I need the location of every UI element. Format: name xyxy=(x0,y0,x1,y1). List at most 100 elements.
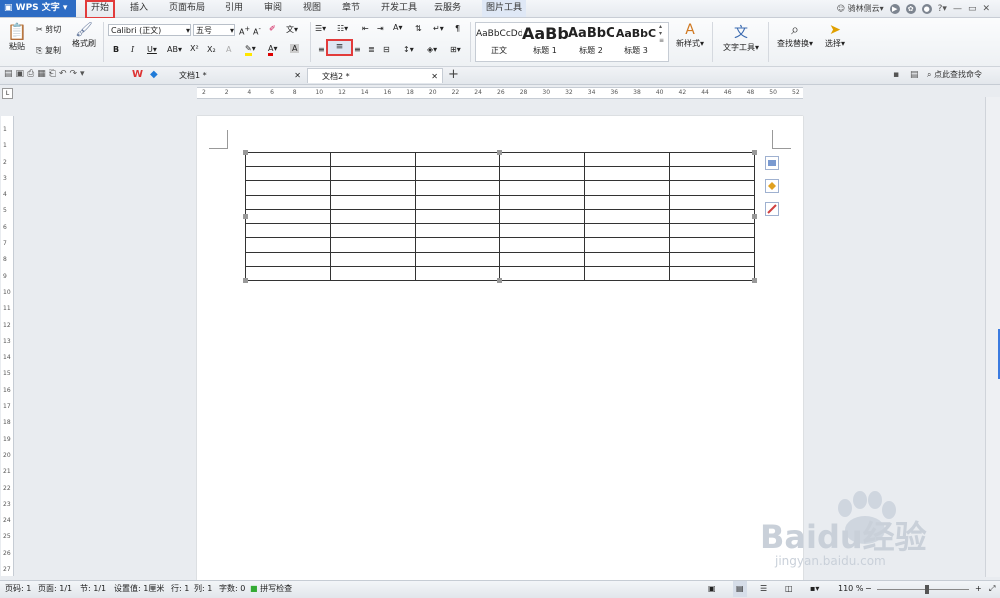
table-cell[interactable] xyxy=(329,151,416,168)
table-cell[interactable] xyxy=(499,237,586,253)
select-button[interactable]: ➤ 选择▾ xyxy=(822,22,848,49)
wps-doc-icon[interactable]: W xyxy=(132,69,143,80)
tab-page-layout[interactable]: 页面布局 xyxy=(165,0,209,17)
zoom-slider[interactable] xyxy=(877,589,969,590)
skin-icon[interactable]: ● xyxy=(921,3,932,14)
table-cell[interactable] xyxy=(329,194,416,210)
resize-handle[interactable] xyxy=(752,150,757,155)
tab-stop-selector[interactable]: L xyxy=(2,88,13,99)
customize-icon[interactable]: ▾ xyxy=(80,69,88,79)
distribute-icon[interactable]: ⊟ xyxy=(383,45,390,54)
sort-icon[interactable]: ⇅ xyxy=(415,24,422,33)
tab-insert[interactable]: 插入 xyxy=(126,0,152,17)
table-cell[interactable] xyxy=(245,223,331,239)
table-cell[interactable] xyxy=(584,237,671,253)
table-cell[interactable] xyxy=(245,151,331,168)
table-cell[interactable] xyxy=(669,166,755,182)
table-cell[interactable] xyxy=(414,251,501,267)
text-effect-icon[interactable]: A xyxy=(226,45,231,54)
resize-handle[interactable] xyxy=(497,150,502,155)
table-cell[interactable] xyxy=(584,166,671,182)
shrink-font-icon[interactable]: A- xyxy=(253,25,261,37)
char-shading-icon[interactable]: A xyxy=(290,44,300,53)
table-cell[interactable] xyxy=(584,180,671,196)
align-left-icon[interactable]: ≡ xyxy=(318,45,325,54)
cut-button[interactable]: ✂ 剪切 xyxy=(36,24,61,35)
doc-tab-1[interactable]: 文档1 * ✕ xyxy=(165,68,305,83)
justify-icon[interactable]: ≣ xyxy=(368,45,375,54)
table-cell[interactable] xyxy=(414,166,501,182)
resize-handle[interactable] xyxy=(243,150,248,155)
layout-icon[interactable]: ▤ xyxy=(910,70,919,80)
resize-handle[interactable] xyxy=(243,214,248,219)
app-menu-button[interactable]: ▣ WPS 文字 ▾ xyxy=(0,0,76,17)
line-spacing-icon[interactable]: ↕▾ xyxy=(403,45,414,54)
strikethrough-button[interactable]: AB▾ xyxy=(167,45,182,54)
print-icon[interactable]: ⎙ xyxy=(27,69,37,79)
style-normal[interactable]: AaBbCcDd 正文 xyxy=(476,24,522,56)
print-preview-icon[interactable]: ▦ xyxy=(37,69,49,79)
table-cell[interactable] xyxy=(669,151,755,168)
text-direction-icon[interactable]: A▾ xyxy=(393,23,403,32)
undo-icon[interactable]: ↶ xyxy=(59,69,70,79)
resize-handle[interactable] xyxy=(497,278,502,283)
table-style-icon[interactable] xyxy=(765,156,779,170)
table-cell[interactable] xyxy=(245,237,331,253)
find-replace-button[interactable]: ⌕ 查找替换▾ xyxy=(774,22,816,49)
command-search[interactable]: ⌕ 点此查找命令 xyxy=(927,69,982,80)
tab-home[interactable]: 开始 xyxy=(85,0,116,19)
fit-icon[interactable]: ⤢ xyxy=(989,581,995,597)
table-cell[interactable] xyxy=(414,237,501,253)
table-cell[interactable] xyxy=(669,265,755,281)
chat-icon[interactable]: ▪ xyxy=(893,70,899,80)
tab-chapter[interactable]: 章节 xyxy=(338,0,364,17)
border-color-icon[interactable] xyxy=(765,202,779,216)
table-cell[interactable] xyxy=(669,180,755,196)
increase-indent-icon[interactable]: ⇥ xyxy=(377,24,384,33)
table-cell[interactable] xyxy=(499,265,586,281)
table-cell[interactable] xyxy=(499,180,586,196)
underline-button[interactable]: U▾ xyxy=(147,45,157,54)
table-cell[interactable] xyxy=(669,194,755,210)
resize-handle[interactable] xyxy=(752,214,757,219)
table-cell[interactable] xyxy=(329,237,416,253)
table-cell[interactable] xyxy=(584,208,671,225)
resize-handle[interactable] xyxy=(243,278,248,283)
tab-review[interactable]: 审阅 xyxy=(260,0,286,17)
table-cell[interactable] xyxy=(414,223,501,239)
table-cell[interactable] xyxy=(499,251,586,267)
new-tab-button[interactable]: + xyxy=(448,67,459,82)
table-cell[interactable] xyxy=(414,208,501,225)
fill-color-icon[interactable] xyxy=(765,179,779,193)
status-word-count[interactable]: 字数: 0 xyxy=(219,581,245,597)
superscript-button[interactable]: X² xyxy=(190,44,199,53)
zoom-in-button[interactable]: + xyxy=(975,581,982,597)
table-cell[interactable] xyxy=(329,208,416,225)
paste-button[interactable]: 📋 粘贴 xyxy=(6,22,28,52)
numbered-list-icon[interactable]: ☷▾ xyxy=(337,24,348,33)
table-cell[interactable] xyxy=(329,180,416,196)
gear-icon[interactable]: ✿ xyxy=(905,3,916,14)
align-right-icon[interactable]: ≡ xyxy=(354,45,361,54)
tab-picture-tools[interactable]: 图片工具 xyxy=(482,0,527,17)
show-marks-icon[interactable]: ↵▾ xyxy=(433,24,444,33)
minimize-icon[interactable]: — xyxy=(953,4,962,14)
horizontal-ruler[interactable]: 2 2 4 6 8 10 12 14 16 18 20 22 24 26 28 30 32 34 36 38 40 42 4… xyxy=(197,87,803,99)
cloud-doc-icon[interactable]: ◆ xyxy=(150,69,158,80)
style-heading3[interactable]: AaBbC 标题 3 xyxy=(613,24,659,56)
table-cell[interactable] xyxy=(584,251,671,267)
shading-icon[interactable]: ◈▾ xyxy=(427,45,437,54)
subscript-button[interactable]: X₂ xyxy=(207,45,216,54)
styles-scroll[interactable]: ▴ ▾ ≡ xyxy=(659,23,667,59)
paragraph-mark-icon[interactable]: ¶ xyxy=(455,24,460,33)
view-outline-icon[interactable]: ☰ xyxy=(760,581,767,597)
table-cell[interactable] xyxy=(499,223,586,239)
font-color-icon[interactable]: A▾ xyxy=(268,44,278,56)
close-icon[interactable]: ✕ xyxy=(431,69,438,84)
view-web-icon[interactable]: ◫ xyxy=(785,581,793,597)
restore-icon[interactable]: ▭ xyxy=(968,4,977,14)
table-cell[interactable] xyxy=(584,265,671,281)
table-cell[interactable] xyxy=(245,265,331,281)
zoom-value[interactable]: 110 % xyxy=(838,581,863,597)
table-cell[interactable] xyxy=(669,251,755,267)
